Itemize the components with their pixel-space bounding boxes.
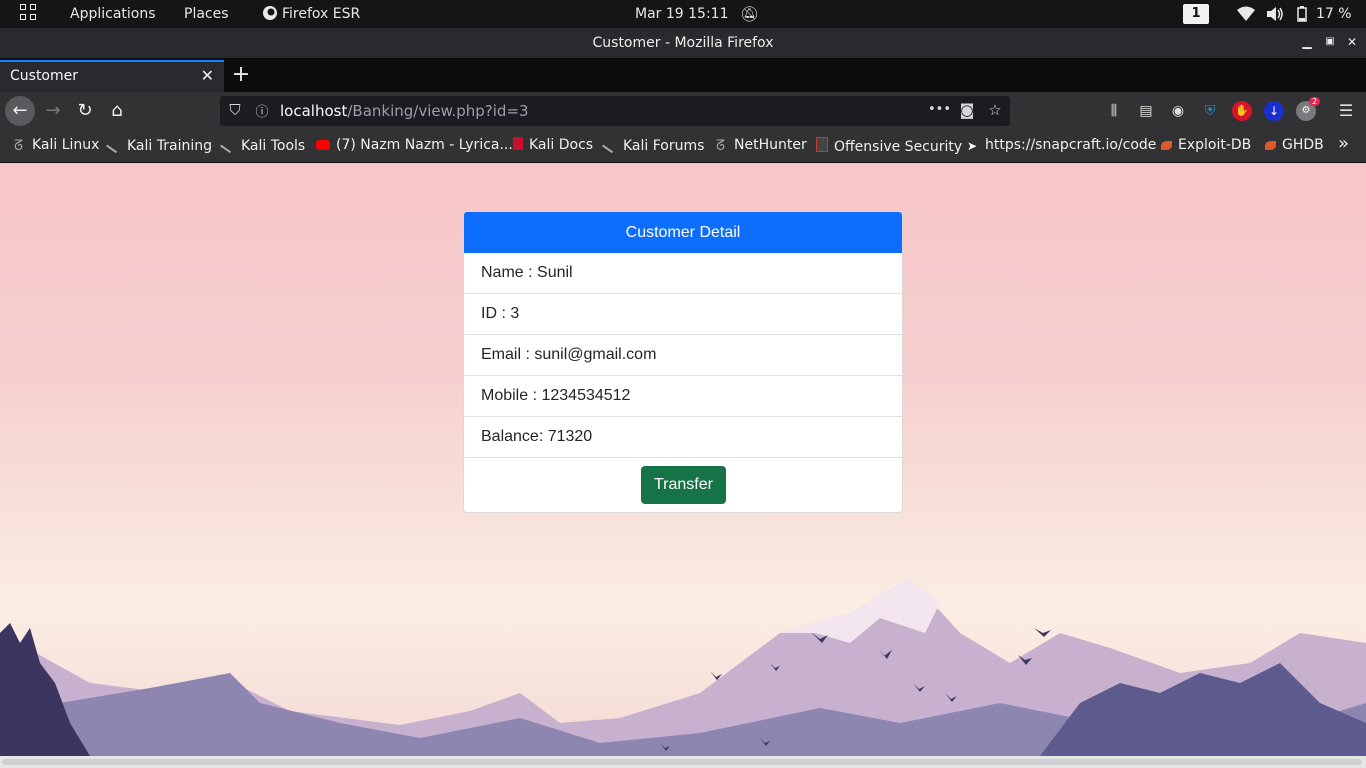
account-icon[interactable]: ◉: [1168, 101, 1188, 121]
active-app-menu[interactable]: Firefox ESR: [262, 0, 360, 28]
active-app-label: Firefox ESR: [282, 6, 361, 22]
system-top-bar: Applications Places Firefox ESR Mar 19 1…: [0, 0, 1366, 28]
sidebar-icon[interactable]: ▤: [1136, 101, 1156, 121]
app-grid-icon[interactable]: [20, 4, 38, 22]
close-tab-icon[interactable]: ✕: [201, 66, 214, 85]
customer-name: Name : Sunil: [464, 253, 902, 294]
bookmark-kali-linux[interactable]: ᘔ Kali Linux: [14, 137, 100, 154]
bookmark-offensive-security[interactable]: Offensive Security: [816, 137, 962, 155]
close-window-icon[interactable]: ✕: [1345, 34, 1359, 50]
minimize-icon[interactable]: ▁: [1300, 34, 1314, 50]
url-path: /Banking/view.php?id=3: [347, 102, 529, 120]
youtube-icon: [316, 140, 330, 150]
bookmark-kali-training[interactable]: Kali Training: [106, 134, 212, 154]
hamburger-menu-icon[interactable]: ☰: [1336, 101, 1356, 121]
window-titlebar: Customer - Mozilla Firefox ▁ ▣ ✕: [0, 28, 1366, 58]
window-title: Customer - Mozilla Firefox: [592, 35, 774, 51]
bookmark-star-icon[interactable]: ☆: [985, 101, 1005, 119]
clock[interactable]: Mar 19 15:11: [635, 0, 728, 28]
kali-dragon-icon: [220, 134, 238, 154]
applications-menu[interactable]: Applications: [70, 0, 156, 28]
reload-icon[interactable]: ↻: [70, 96, 100, 126]
ublock-icon[interactable]: ✋: [1232, 101, 1252, 121]
firefox-icon: [263, 6, 277, 20]
nethunter-icon: ᘔ: [716, 138, 726, 154]
bookmark-label: GHDB: [1282, 137, 1324, 153]
scrollbar-thumb[interactable]: [2, 759, 1362, 765]
maximize-icon[interactable]: ▣: [1323, 34, 1337, 50]
url-host: localhost: [280, 102, 348, 120]
page-content: Customer Detail Name : Sunil ID : 3 Emai…: [0, 163, 1366, 756]
volume-icon[interactable]: [1266, 6, 1284, 22]
card-header: Customer Detail: [464, 212, 902, 253]
bookmark-label: Kali Docs: [529, 137, 594, 153]
bookmark-kali-forums[interactable]: Kali Forums: [602, 134, 705, 154]
customer-email: Email : sunil@gmail.com: [464, 335, 902, 376]
ghdb-icon: [1265, 141, 1276, 150]
offsec-icon: [816, 137, 828, 152]
bookmarks-overflow-chevron-icon[interactable]: »: [1338, 133, 1349, 154]
customer-detail-card: Customer Detail Name : Sunil ID : 3 Emai…: [463, 211, 903, 513]
tab-customer[interactable]: Customer ✕: [0, 60, 224, 92]
bookmark-nethunter[interactable]: ᘔ NetHunter: [716, 137, 807, 154]
snapcraft-icon: ➤: [967, 139, 978, 153]
bookmark-label: Kali Training: [127, 138, 212, 154]
exploitdb-icon: [1161, 141, 1172, 150]
customer-id: ID : 3: [464, 294, 902, 335]
bookmark-label: Offensive Security: [834, 139, 963, 155]
card-footer: Transfer: [464, 458, 902, 512]
bookmark-kali-docs[interactable]: Kali Docs: [513, 137, 593, 153]
bookmark-label: https://snapcraft.io/code: [985, 137, 1157, 153]
navigation-toolbar: ← → ↻ ⌂ ⛉ ⓘ localhost/Banking/view.php?i…: [0, 92, 1366, 130]
bookmark-youtube[interactable]: (7) Nazm Nazm - Lyrica...: [316, 137, 513, 153]
bookmark-ghdb[interactable]: GHDB: [1265, 137, 1324, 153]
new-tab-icon[interactable]: +: [230, 60, 252, 90]
horizontal-scrollbar[interactable]: [0, 756, 1366, 768]
shield-extension-icon[interactable]: ⛨: [1200, 101, 1220, 121]
battery-percentage[interactable]: 17 %: [1316, 0, 1352, 28]
forward-arrow-icon[interactable]: →: [38, 96, 68, 126]
tab-label: Customer: [10, 68, 79, 84]
tracking-shield-icon[interactable]: ⛉: [225, 101, 245, 119]
kali-dragon-icon: [602, 134, 620, 154]
bookmark-snapcraft[interactable]: ➤ https://snapcraft.io/code: [967, 137, 1156, 153]
download-extension-icon[interactable]: ↓: [1264, 101, 1284, 121]
notifications-muted-icon: 🔕︎: [740, 5, 760, 23]
extension-badge: 2: [1309, 97, 1321, 106]
home-icon[interactable]: ⌂: [102, 96, 132, 126]
site-info-icon[interactable]: ⓘ: [252, 101, 272, 120]
bookmark-label: Exploit-DB: [1178, 137, 1252, 153]
bookmarks-toolbar: ᘔ Kali Linux Kali Training Kali Tools (7)…: [0, 130, 1366, 163]
customer-mobile: Mobile : 1234534512: [464, 376, 902, 417]
docs-icon: [513, 137, 523, 150]
back-arrow-icon[interactable]: ←: [5, 96, 35, 126]
customer-balance: Balance: 71320: [464, 417, 902, 458]
bookmark-label: Kali Forums: [623, 138, 705, 154]
workspace-indicator[interactable]: 1: [1183, 4, 1209, 24]
page-actions-icon[interactable]: •••: [928, 102, 951, 117]
tab-strip: Customer ✕ +: [0, 58, 1366, 92]
bookmark-kali-tools[interactable]: Kali Tools: [220, 134, 306, 154]
library-icon[interactable]: ⫼: [1104, 101, 1124, 121]
pocket-icon[interactable]: ◙: [957, 101, 977, 119]
bookmark-label: Kali Linux: [32, 137, 100, 153]
places-menu[interactable]: Places: [184, 0, 229, 28]
kali-dragon-icon: [106, 134, 124, 154]
url-bar[interactable]: ⛉ ⓘ localhost/Banking/view.php?id=3 ••• …: [220, 96, 1010, 126]
bookmark-label: (7) Nazm Nazm - Lyrica...: [336, 137, 513, 153]
bookmark-label: Kali Tools: [241, 138, 306, 154]
transfer-button[interactable]: Transfer: [641, 466, 726, 504]
bookmark-exploit-db[interactable]: Exploit-DB: [1161, 137, 1251, 153]
battery-icon: [1297, 6, 1307, 22]
wifi-icon: [1237, 6, 1255, 21]
kali-dragon-icon: ᘔ: [14, 138, 24, 154]
bookmark-label: NetHunter: [734, 137, 807, 153]
url-text[interactable]: localhost/Banking/view.php?id=3: [280, 102, 529, 120]
